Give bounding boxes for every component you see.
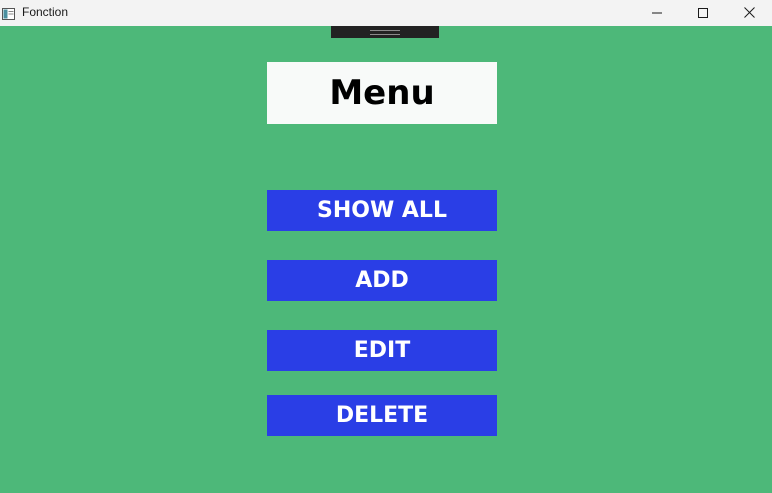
maximize-button[interactable] [680, 0, 726, 24]
app-window-icon [2, 5, 15, 20]
close-button[interactable] [726, 0, 772, 24]
add-button[interactable]: ADD [267, 260, 497, 301]
page-title: Menu [267, 62, 497, 124]
close-icon [743, 3, 755, 22]
maximize-icon [698, 3, 708, 22]
window-controls [634, 0, 772, 26]
title-bar[interactable]: Fonction [0, 0, 772, 26]
minimize-icon [652, 3, 662, 22]
edit-button[interactable]: EDIT [267, 330, 497, 371]
debug-toolbar-handle[interactable] [331, 26, 439, 38]
window-title: Fonction [22, 5, 69, 19]
delete-button[interactable]: DELETE [267, 395, 497, 436]
show-all-button[interactable]: SHOW ALL [267, 190, 497, 231]
drag-handle-icon [370, 29, 400, 35]
minimize-button[interactable] [634, 0, 680, 24]
app-window: Fonction Menu SHOW ALL ADD EDIT DELETE [0, 0, 772, 493]
